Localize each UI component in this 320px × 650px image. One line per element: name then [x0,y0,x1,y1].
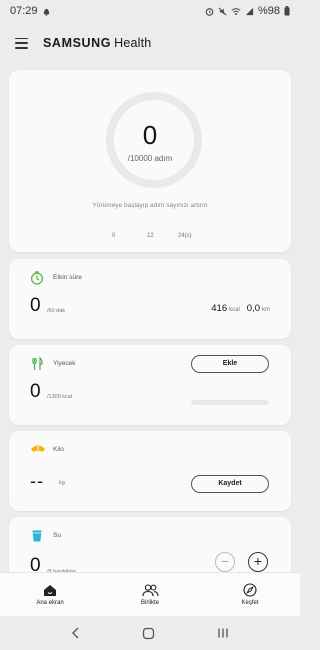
save-weight-button[interactable]: Kaydet [191,475,269,493]
home-button-icon[interactable] [142,627,155,640]
steps-count: 0 [142,120,158,150]
water-minus-button[interactable]: − [215,552,235,572]
alarm-icon [205,7,214,16]
food-progress-bar [191,400,269,405]
timeline-tick-end: 24(s) [178,233,192,239]
menu-icon[interactable] [15,37,28,49]
nav-together-label: Birlikte [140,599,159,606]
active-time-card[interactable]: Etkin süre 0 /60 dak 416 kcal 0,0 km [9,259,291,339]
brand-health: Health [114,36,152,50]
timer-icon [30,271,44,285]
mute-icon [218,7,227,15]
home-icon [44,584,56,596]
nav-home-label: Ana ekran [36,599,64,606]
scale-icon [31,445,45,452]
weight-unit: kg [59,480,65,486]
food-value: 0 [30,381,41,402]
wifi-icon [231,7,241,15]
water-title: Su [53,532,61,539]
nav-discover[interactable]: Keşfet [210,583,290,606]
nav-discover-label: Keşfet [241,600,259,606]
active-time-unit: /60 dak [47,308,66,314]
battery-icon [284,6,290,16]
weight-value: -- [30,471,44,491]
battery-percent: %98 [257,5,280,17]
food-title: Yiyecek [53,360,76,367]
active-stats: 416 kcal 0,0 km [211,303,270,314]
steps-goal: /10000 adım [127,154,173,163]
food-unit: /1309 kcal [47,394,73,400]
steps-message: Yürümeye başlayıp adım sayınızı artırın [92,202,208,209]
nav-together[interactable]: Birlikte [110,583,190,606]
active-time-title: Etkin süre [53,274,82,281]
compass-icon [243,583,257,597]
status-time: 07:29 [10,5,38,17]
app-title: SAMSUNG Health [43,36,151,50]
timeline-tick-mid: 12 [147,233,154,239]
glass-icon [32,530,42,542]
active-time-value: 0 [30,295,41,316]
add-food-button[interactable]: Ekle [191,355,269,373]
km-unit: km [262,307,270,313]
timeline-tick-start: 0 [112,233,116,239]
signal-icon [245,7,254,15]
bottom-navigation: Ana ekran Birlikte Keşfet [0,572,300,616]
fork-knife-icon [32,357,43,370]
brand-samsung: SAMSUNG [43,36,112,50]
steps-card[interactable]: 0 /10000 adım Yürümeye başlayıp adım say… [9,70,291,252]
recents-icon[interactable] [217,627,229,639]
notification-icon [43,8,49,16]
back-icon[interactable] [71,627,81,639]
nav-home[interactable]: Ana ekran [10,584,90,606]
kcal-unit: kcal [229,307,240,313]
weight-card[interactable]: Kilo -- kg Kaydet [9,431,291,511]
system-navigation [0,616,300,650]
people-icon [141,583,159,596]
app-bar: SAMSUNG Health [0,28,300,58]
kcal-value: 416 [211,303,228,314]
km-value: 0,0 [246,303,260,314]
weight-title: Kilo [53,446,64,453]
status-bar: 07:29 %98 [0,0,300,22]
water-plus-button[interactable]: + [248,552,268,572]
food-card[interactable]: Yiyecek 0 /1309 kcal Ekle [9,345,291,425]
